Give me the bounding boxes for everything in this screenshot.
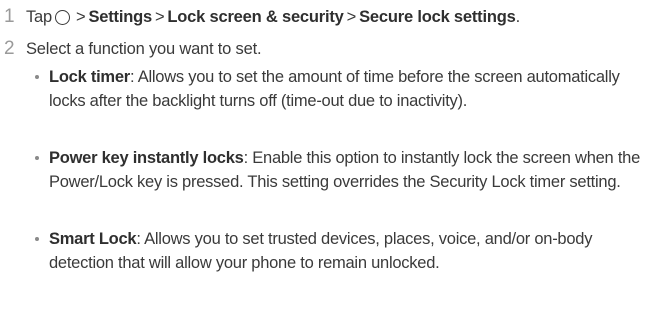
path-item-settings: Settings [88,8,152,26]
path-separator: > [76,8,86,26]
list-item-text: Lock timer: Allows you to set the amount… [49,66,641,113]
list-item-term: Power key instantly locks [49,149,244,167]
step-suffix: . [515,8,521,26]
bullet-dot [35,75,39,79]
step-number: 1 [4,6,15,27]
path-item-secure-lock-settings: Secure lock settings [359,8,516,26]
path-separator: > [154,8,165,26]
step-number: 2 [4,38,15,59]
instruction-document: 1 Tap > Settings > Lock screen & security > Se… [0,0,649,310]
path-item-lock-screen-security: Lock screen & security [167,8,344,26]
bullet-dot [35,156,39,160]
list-item-description: : Allows you to set the amount of time b… [49,68,620,110]
home-circle-icon [55,10,71,25]
list-item-text: Smart Lock: Allows you to set trusted de… [49,228,641,275]
path-separator: > [346,8,357,26]
step-text: Select a function you want to set. [26,40,262,58]
list-item-term: Lock timer [49,68,130,86]
step-text: Tap > Settings > Lock screen & security > Secu… [26,7,520,28]
list-item-term: Smart Lock [49,230,137,248]
step-prefix: Tap [26,8,53,26]
bullet-dot [35,237,39,241]
list-item-text: Power key instantly locks: Enable this o… [49,147,641,194]
